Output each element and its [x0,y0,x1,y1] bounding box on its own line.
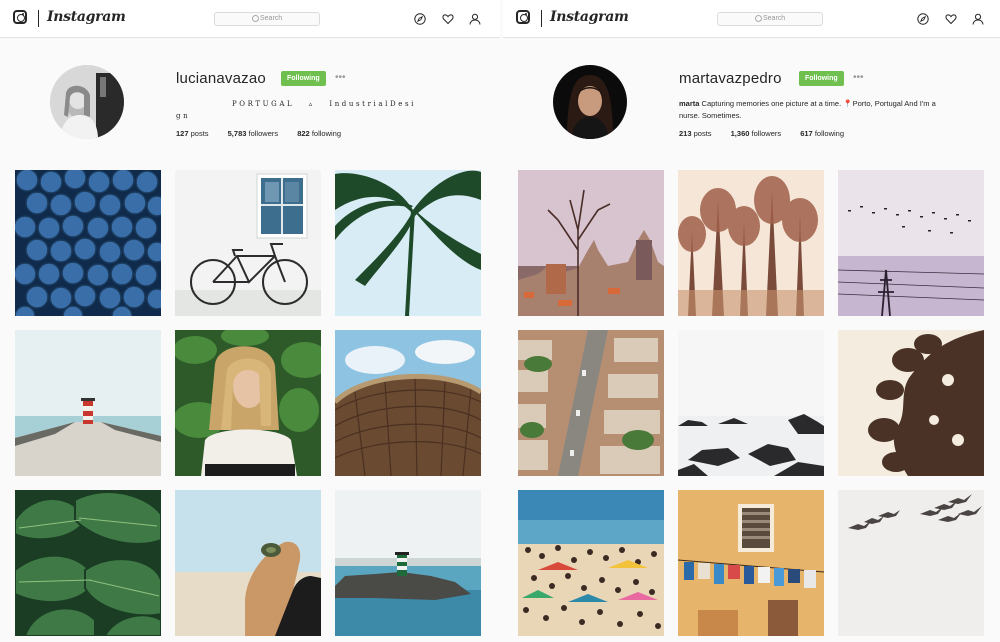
photo-tile-palm[interactable] [335,170,481,316]
profile-bio: marta Capturing memories one picture at … [679,98,979,122]
search-input[interactable]: Search [717,12,823,26]
photo-tile-crowded-beach[interactable] [518,490,664,636]
profile-username: martavazpedro [679,70,782,87]
logo-divider [38,10,39,27]
top-bar: Instagram Search [0,0,500,38]
photo-tile-monstera[interactable] [15,490,161,636]
activity-heart-icon[interactable] [442,13,454,25]
following-stat[interactable]: 617 following [800,129,844,138]
profile-person-icon[interactable] [972,13,984,25]
bio-line: marta Capturing memories one picture at … [679,99,936,108]
bio-line: gn [176,112,191,120]
photo-tile-blueberries[interactable] [15,170,161,316]
followers-stat[interactable]: 5,783 followers [228,129,278,138]
profile-panel-right: Instagram Search martavazpedro Following… [503,0,1000,642]
profile-panel-left: Instagram Search lucianavazao Following … [0,0,500,642]
search-placeholder: Search [763,15,786,22]
explore-compass-icon[interactable] [414,13,426,25]
avatar[interactable] [553,65,627,139]
more-options-button[interactable]: ••• [853,72,864,83]
photo-tile-girl-plants[interactable] [175,330,321,476]
photo-tile-porto-rooftops[interactable] [518,170,664,316]
photo-tile-hand-ring[interactable] [175,490,321,636]
instagram-wordmark[interactable]: Instagram [47,9,126,25]
posts-stat: 127 posts [176,129,209,138]
photo-tile-laundry-facade[interactable] [678,490,824,636]
search-placeholder: Search [260,15,283,22]
bio-line: nurse. Sometimes. [679,111,742,120]
photo-tile-pier[interactable] [15,330,161,476]
top-bar: Instagram Search [503,0,1000,38]
photo-tile-pastel-trees[interactable] [678,170,824,316]
search-icon [252,15,259,22]
profile-bio: PORTUGAL ▵ IndustrialDesi gn [176,98,416,122]
photo-tile-birds-power-lines[interactable] [838,170,984,316]
instagram-camera-icon[interactable] [13,10,27,24]
photo-tile-city-aerial[interactable] [518,330,664,476]
more-options-button[interactable]: ••• [335,72,346,83]
posts-stat: 213 posts [679,129,712,138]
avatar[interactable] [50,65,124,139]
photo-tile-straw-umbrella[interactable] [335,330,481,476]
photo-tile-tree-silhouette[interactable] [838,330,984,476]
search-input[interactable]: Search [214,12,320,26]
followers-stat[interactable]: 1,360 followers [731,129,781,138]
search-icon [755,15,762,22]
instagram-camera-icon[interactable] [516,10,530,24]
instagram-wordmark[interactable]: Instagram [550,9,629,25]
bio-name: marta [679,99,700,108]
following-button[interactable]: Following [799,71,844,86]
profile-stats: 213 posts 1,360 followers 617 following [679,129,844,138]
photo-tile-birds-flying[interactable] [838,490,984,636]
bio-line: PORTUGAL ▵ IndustrialDesi [232,100,416,108]
following-button[interactable]: Following [281,71,326,86]
profile-stats: 127 posts 5,783 followers 822 following [176,129,341,138]
photo-tile-misty-rocks[interactable] [678,330,824,476]
photo-tile-bicycle[interactable] [175,170,321,316]
photo-tile-sea-lighthouse[interactable] [335,490,481,636]
profile-username: lucianavazao [176,70,266,87]
logo-divider [541,10,542,27]
explore-compass-icon[interactable] [917,13,929,25]
activity-heart-icon[interactable] [945,13,957,25]
following-stat[interactable]: 822 following [297,129,341,138]
profile-person-icon[interactable] [469,13,481,25]
